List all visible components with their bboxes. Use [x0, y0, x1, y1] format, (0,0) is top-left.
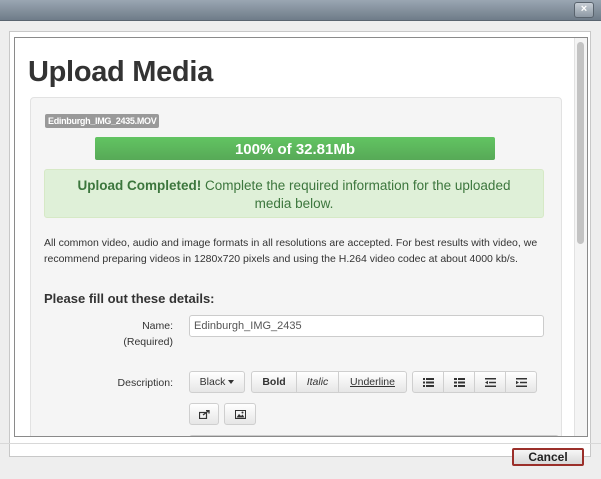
- ordered-list-icon: [453, 377, 465, 387]
- indent-button[interactable]: [505, 371, 537, 393]
- filename-label: Edinburgh_IMG_2435.MOV: [45, 114, 160, 128]
- upload-media-panel: Upload Media Edinburgh_IMG_2435.MOV 100%…: [14, 37, 588, 437]
- italic-button[interactable]: Italic: [296, 371, 339, 393]
- ordered-list-button[interactable]: [443, 371, 475, 393]
- details-heading: Please fill out these details:: [44, 291, 215, 306]
- name-label: Name:: [142, 320, 173, 332]
- alert-strong-text: Upload Completed!: [77, 178, 202, 193]
- alert-message: Complete the required information for th…: [201, 178, 511, 211]
- bold-button[interactable]: Bold: [251, 371, 297, 393]
- name-required-label: (Required): [123, 336, 173, 348]
- description-editor[interactable]: [189, 435, 559, 436]
- dialog-titlebar: ×: [0, 0, 601, 21]
- image-icon: [234, 409, 246, 419]
- description-label: Description:: [117, 377, 173, 389]
- unordered-list-icon: [422, 377, 434, 387]
- outdent-icon: [484, 377, 496, 387]
- cancel-button[interactable]: Cancel: [512, 448, 584, 466]
- underline-button[interactable]: Underline: [338, 371, 407, 393]
- close-icon[interactable]: ×: [574, 2, 594, 18]
- insert-image-button[interactable]: [224, 403, 256, 425]
- vertical-scrollbar[interactable]: [574, 38, 587, 436]
- chevron-down-icon: [228, 380, 235, 385]
- insert-link-button[interactable]: [189, 403, 219, 425]
- footer-divider: [0, 443, 601, 444]
- name-label-group: Name: (Required): [115, 318, 173, 350]
- unordered-list-button[interactable]: [412, 371, 444, 393]
- progress-text: 100% of 32.81Mb: [234, 141, 356, 158]
- formats-info-text: All common video, audio and image format…: [44, 237, 538, 265]
- name-input[interactable]: [189, 315, 544, 337]
- font-color-dropdown[interactable]: Black: [189, 371, 245, 393]
- page-title: Upload Media: [28, 56, 213, 88]
- font-color-label: Black: [199, 376, 226, 388]
- link-icon: [198, 409, 210, 419]
- indent-icon: [515, 377, 527, 387]
- scrollbar-thumb[interactable]: [577, 42, 584, 244]
- upload-progress-bar: 100% of 32.81Mb: [95, 137, 495, 160]
- upload-success-alert: Upload Completed! Complete the required …: [44, 169, 544, 218]
- outdent-button[interactable]: [474, 371, 506, 393]
